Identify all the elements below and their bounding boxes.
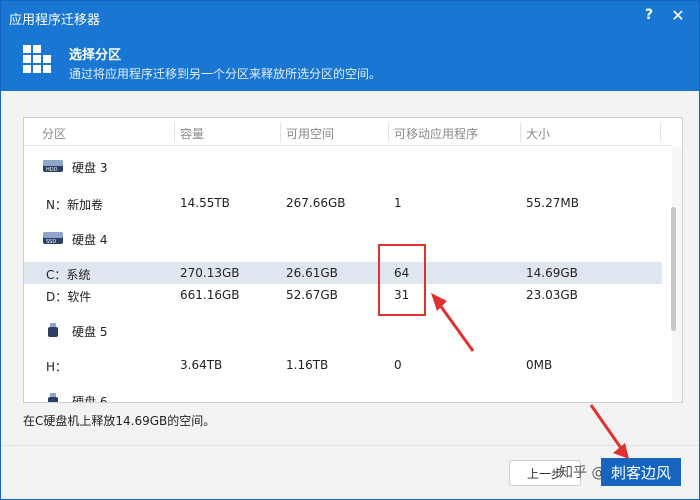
annotation-arrow-icon <box>431 293 629 459</box>
app-migrator-window: 应用程序迁移器 ? ✕ 选择分区 通过将应用程序迁移到另一个分区来释放所选分区的… <box>0 0 700 500</box>
